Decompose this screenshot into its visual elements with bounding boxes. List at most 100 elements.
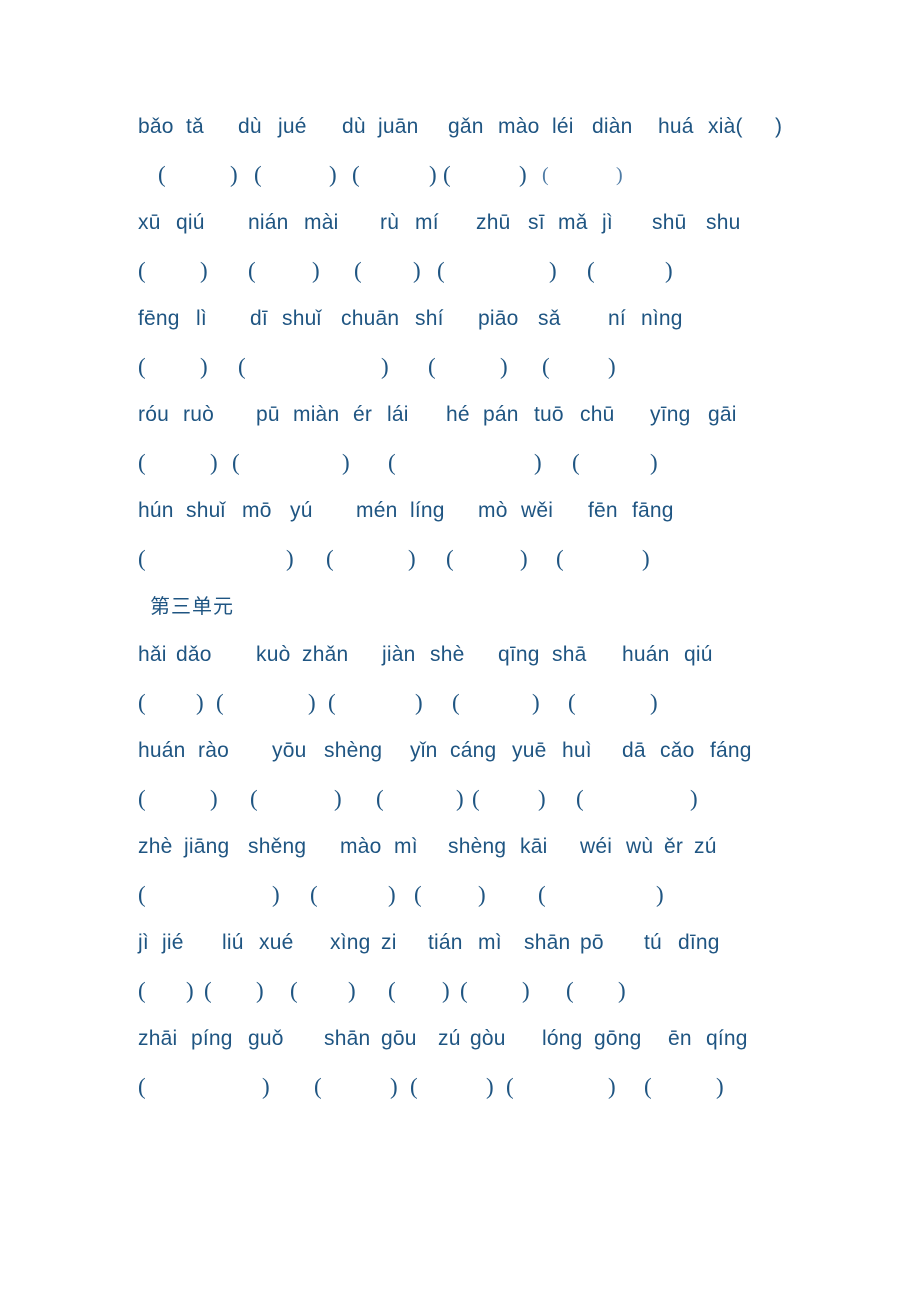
answer-blank-close-paren[interactable]: ): [442, 976, 450, 1006]
answer-blank-close-paren[interactable]: ): [690, 784, 698, 814]
answer-blank-open-paren[interactable]: (: [138, 256, 146, 286]
answer-blank-close-paren[interactable]: ): [200, 352, 208, 382]
answer-blank-close-paren[interactable]: ): [388, 880, 396, 910]
answer-blank-close-paren[interactable]: ): [608, 1072, 616, 1102]
answer-blank-close-paren[interactable]: ): [308, 688, 316, 718]
answer-blank-close-paren[interactable]: ): [520, 544, 528, 574]
answer-blank-close-paren[interactable]: ): [519, 160, 527, 190]
blanks-row[interactable]: ()()()()(): [138, 160, 838, 208]
answer-blank-open-paren[interactable]: (: [388, 976, 396, 1006]
answer-blank-open-paren[interactable]: (: [542, 352, 550, 382]
answer-blank-close-paren[interactable]: ): [500, 352, 508, 382]
answer-blank-open-paren[interactable]: (: [290, 976, 298, 1006]
answer-blank-open-paren[interactable]: (: [446, 544, 454, 574]
answer-blank-close-paren[interactable]: ): [608, 352, 616, 382]
answer-blank-close-paren[interactable]: ): [408, 544, 416, 574]
answer-blank-close-paren[interactable]: ): [210, 784, 218, 814]
answer-blank-close-paren[interactable]: ): [716, 1072, 724, 1102]
answer-blank-open-paren[interactable]: (: [328, 688, 336, 718]
answer-blank-close-paren[interactable]: ): [186, 976, 194, 1006]
answer-blank-close-paren[interactable]: ): [230, 160, 238, 190]
answer-blank-open-paren[interactable]: (: [472, 784, 480, 814]
answer-blank-close-paren[interactable]: ): [650, 448, 658, 478]
answer-blank-open-paren[interactable]: (: [232, 448, 240, 478]
answer-blank-close-paren[interactable]: ): [348, 976, 356, 1006]
answer-blank-open-paren[interactable]: (: [138, 544, 146, 574]
answer-blank-open-paren[interactable]: (: [410, 1072, 418, 1102]
blanks-row[interactable]: () () () (): [138, 448, 838, 496]
answer-blank-close-paren[interactable]: ): [486, 1072, 494, 1102]
answer-blank-close-paren[interactable]: ): [522, 976, 530, 1006]
answer-blank-open-paren[interactable]: (: [138, 976, 146, 1006]
answer-blank-close-paren[interactable]: ): [456, 784, 464, 814]
answer-blank-open-paren[interactable]: (: [644, 1072, 652, 1102]
answer-blank-close-paren[interactable]: ): [200, 256, 208, 286]
answer-blank-open-paren[interactable]: (: [576, 784, 584, 814]
answer-blank-open-paren[interactable]: (: [216, 688, 224, 718]
answer-blank-open-paren[interactable]: (: [437, 256, 445, 286]
answer-blank-close-paren[interactable]: ): [656, 880, 664, 910]
answer-blank-open-paren[interactable]: (: [138, 784, 146, 814]
answer-blank-open-paren[interactable]: (: [556, 544, 564, 574]
answer-blank-open-paren[interactable]: (: [238, 352, 246, 382]
answer-blank-open-paren[interactable]: (: [452, 688, 460, 718]
answer-blank-open-paren[interactable]: (: [542, 160, 549, 190]
answer-blank-open-paren[interactable]: (: [572, 448, 580, 478]
answer-blank-open-paren[interactable]: (: [443, 160, 451, 190]
answer-blank-open-paren[interactable]: (: [138, 448, 146, 478]
answer-blank-close-paren[interactable]: ): [210, 448, 218, 478]
answer-blank-open-paren[interactable]: (: [414, 880, 422, 910]
answer-blank-open-paren[interactable]: (: [250, 784, 258, 814]
answer-blank-close-paren[interactable]: ): [381, 352, 389, 382]
answer-blank-open-paren[interactable]: (: [254, 160, 262, 190]
answer-blank-close-paren[interactable]: ): [618, 976, 626, 1006]
answer-blank-open-paren[interactable]: (: [506, 1072, 514, 1102]
answer-blank-close-paren[interactable]: ): [256, 976, 264, 1006]
answer-blank-close-paren[interactable]: ): [665, 256, 673, 286]
answer-blank-open-paren[interactable]: (: [138, 352, 146, 382]
answer-blank-open-paren[interactable]: (: [248, 256, 256, 286]
answer-blank-open-paren[interactable]: (: [138, 688, 146, 718]
answer-blank-close-paren[interactable]: ): [286, 544, 294, 574]
answer-blank-open-paren[interactable]: (: [376, 784, 384, 814]
answer-blank-close-paren[interactable]: ): [549, 256, 557, 286]
blanks-row[interactable]: () () () (): [138, 352, 838, 400]
answer-blank-open-paren[interactable]: (: [566, 976, 574, 1006]
answer-blank-close-paren[interactable]: ): [616, 160, 623, 190]
answer-blank-open-paren[interactable]: (: [587, 256, 595, 286]
answer-blank-open-paren[interactable]: (: [388, 448, 396, 478]
answer-blank-close-paren[interactable]: ): [262, 1072, 270, 1102]
answer-blank-close-paren[interactable]: ): [650, 688, 658, 718]
answer-blank-open-paren[interactable]: (: [354, 256, 362, 286]
blanks-row[interactable]: () () () () (): [138, 688, 838, 736]
answer-blank-open-paren[interactable]: (: [138, 880, 146, 910]
answer-blank-close-paren[interactable]: ): [642, 544, 650, 574]
answer-blank-open-paren[interactable]: (: [352, 160, 360, 190]
blanks-row[interactable]: () () () (): [138, 880, 838, 928]
answer-blank-close-paren[interactable]: ): [538, 784, 546, 814]
answer-blank-close-paren[interactable]: ): [334, 784, 342, 814]
answer-blank-close-paren[interactable]: ): [342, 448, 350, 478]
answer-blank-open-paren[interactable]: (: [460, 976, 468, 1006]
answer-blank-open-paren[interactable]: (: [568, 688, 576, 718]
answer-blank-close-paren[interactable]: ): [415, 688, 423, 718]
answer-blank-open-paren[interactable]: (: [428, 352, 436, 382]
answer-blank-open-paren[interactable]: (: [326, 544, 334, 574]
answer-blank-close-paren[interactable]: ): [478, 880, 486, 910]
answer-blank-open-paren[interactable]: (: [204, 976, 212, 1006]
answer-blank-close-paren[interactable]: ): [312, 256, 320, 286]
blanks-row[interactable]: () () () () (): [138, 784, 838, 832]
answer-blank-close-paren[interactable]: ): [329, 160, 337, 190]
answer-blank-close-paren[interactable]: ): [429, 160, 437, 190]
answer-blank-close-paren[interactable]: ): [532, 688, 540, 718]
answer-blank-open-paren[interactable]: (: [158, 160, 166, 190]
blanks-row[interactable]: () () () (): [138, 544, 838, 592]
answer-blank-open-paren[interactable]: (: [310, 880, 318, 910]
blanks-row[interactable]: () () () () (): [138, 256, 838, 304]
answer-blank-open-paren[interactable]: (: [538, 880, 546, 910]
blanks-row[interactable]: () () () () () (): [138, 976, 838, 1024]
answer-blank-close-paren[interactable]: ): [390, 1072, 398, 1102]
answer-blank-close-paren[interactable]: ): [413, 256, 421, 286]
answer-blank-close-paren[interactable]: ): [196, 688, 204, 718]
answer-blank-open-paren[interactable]: (: [314, 1072, 322, 1102]
